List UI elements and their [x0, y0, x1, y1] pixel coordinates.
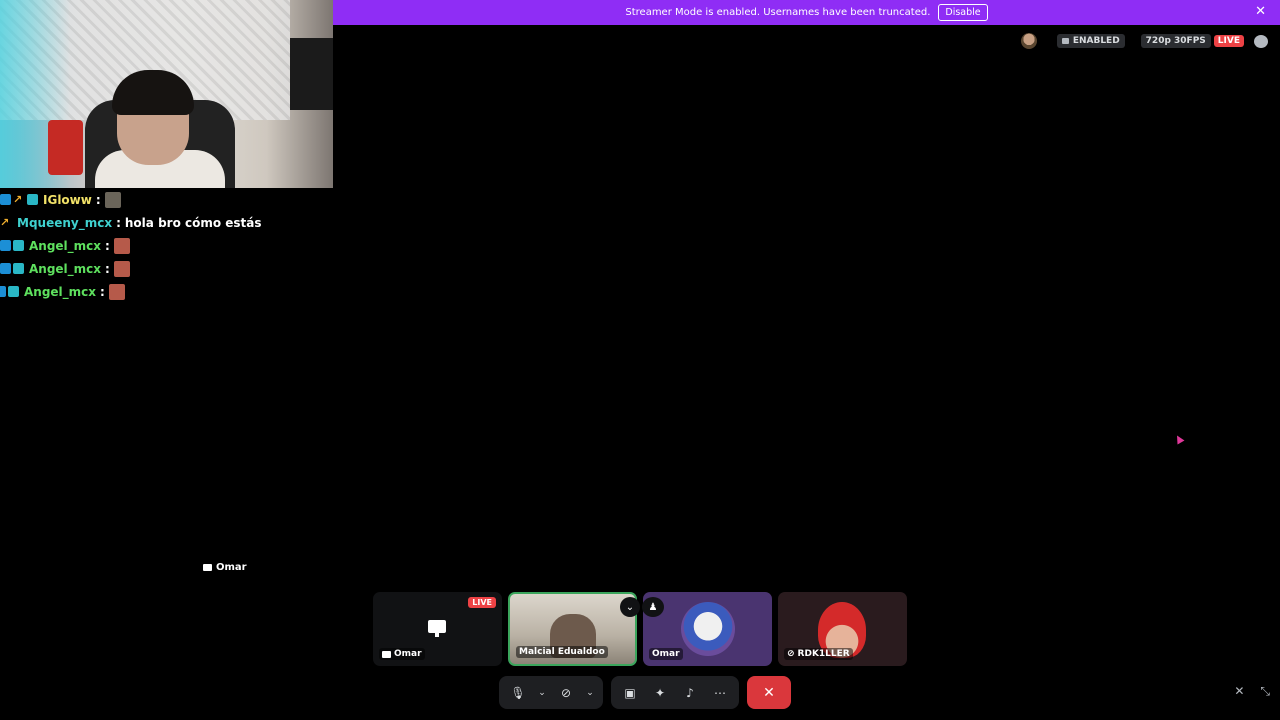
subscriber-badge-icon: [13, 263, 24, 274]
call-control-bar: 🎙︎ ⌄ ⊘ ⌄ ▣ ✦ ♪ ⋯ ✕: [499, 676, 791, 709]
chevron-down-icon[interactable]: ⌄: [535, 680, 549, 706]
screen-share-icon: [428, 620, 446, 637]
share-screen-icon[interactable]: ▣: [617, 680, 643, 706]
tile-name: Omar: [652, 649, 680, 659]
prime-badge-icon: [0, 286, 6, 297]
chat-message: Angel_mcx :: [0, 257, 333, 280]
chat-username: Angel_mcx: [24, 284, 97, 299]
screen-share-icon: [203, 564, 212, 571]
more-icon[interactable]: ⋯: [707, 680, 733, 706]
tile-name: Malcial Edualdoo: [519, 647, 605, 657]
streamer-webcam: [0, 0, 333, 188]
chat-colon: :: [95, 192, 101, 207]
streamer-mode-banner: Streamer Mode is enabled. Usernames have…: [333, 0, 1280, 25]
tile-controls: ⌄ ♟: [620, 597, 664, 617]
subscriber-badge-icon: [13, 240, 24, 251]
participant-avatar: [681, 602, 735, 656]
stream-status-bar: ENABLED 720p 30FPS LIVE: [1020, 32, 1280, 50]
webcam-can: [48, 120, 83, 175]
disconnect-icon[interactable]: ✕: [747, 676, 791, 709]
chat-text: hola bro cómo estás: [124, 215, 262, 230]
screen-share-icon: [382, 650, 391, 658]
tile-label: Malcial Edualdoo: [516, 646, 608, 658]
prime-badge-icon: [0, 194, 11, 205]
volume-mute-icon[interactable]: ✕: [1234, 684, 1244, 699]
webcam-tv: [290, 38, 333, 110]
prime-badge-icon: [0, 240, 11, 251]
audio-video-controls: 🎙︎ ⌄ ⊘ ⌄: [499, 676, 603, 709]
prime-badge-icon: [0, 263, 11, 274]
stream-quality-status: 720p 30FPS: [1140, 34, 1211, 48]
participant-tile-video[interactable]: Malcial Edualdoo: [508, 592, 637, 666]
emote-icon: [104, 191, 121, 208]
disable-streamer-mode-button[interactable]: Disable: [938, 4, 988, 21]
live-badge: LIVE: [1213, 35, 1244, 47]
tile-name: RDK1LLER: [797, 649, 850, 659]
exit-fullscreen-icon[interactable]: ⤡: [1260, 684, 1270, 699]
chat-username: Angel_mcx: [29, 238, 102, 253]
subscriber-badge-icon: [27, 194, 38, 205]
mic-icon[interactable]: 🎙︎: [505, 680, 531, 706]
chat-username: Angel_mcx: [29, 261, 102, 276]
tile-name: Omar: [394, 649, 422, 659]
chat-colon: :: [105, 238, 110, 253]
gift-arrow-icon: ↗: [13, 193, 23, 206]
lock-icon: [1061, 38, 1069, 44]
chat-message: Angel_mcx :: [0, 234, 333, 257]
chat-message: ↗ Mqueeny_mcx : hola bro cómo estás: [0, 211, 333, 234]
chat-colon: :: [100, 284, 105, 299]
stream-chat: ↗ IGloww : ↗ Mqueeny_mcx : hola bro cómo…: [0, 188, 333, 303]
tile-live-badge: LIVE: [468, 597, 496, 608]
add-friend-icon[interactable]: ♟: [642, 597, 664, 617]
emote-icon: [113, 260, 130, 277]
screen-share-name-label: Omar: [203, 562, 247, 573]
gift-arrow-icon: ↗: [0, 216, 10, 229]
camera-off-icon[interactable]: ⊘: [553, 680, 579, 706]
activities-icon[interactable]: ✦: [647, 680, 673, 706]
participant-tile-stream[interactable]: LIVE Omar: [373, 592, 502, 666]
cursor-icon: [1173, 433, 1185, 445]
participant-tile-avatar[interactable]: ⊘ RDK1LLER: [778, 592, 907, 666]
banner-message: Streamer Mode is enabled. Usernames have…: [625, 7, 931, 18]
subscriber-badge-icon: [8, 286, 19, 297]
tile-label: ⊘ RDK1LLER: [784, 648, 853, 660]
streamer-mode-status: ENABLED: [1056, 34, 1125, 48]
close-icon[interactable]: ✕: [1255, 5, 1266, 19]
app-root: Streamer Mode is enabled. Usernames have…: [0, 0, 1280, 720]
chat-colon: :: [105, 261, 110, 276]
chat-colon: :: [116, 215, 121, 230]
soundboard-icon[interactable]: ♪: [677, 680, 703, 706]
avatar[interactable]: [1020, 33, 1037, 49]
emote-icon: [108, 283, 125, 300]
quality-label: 720p 30FPS: [1145, 36, 1206, 46]
bottom-right-controls: ✕ ⤡: [1234, 684, 1270, 699]
chat-username: IGloww: [43, 192, 92, 207]
activity-controls: ▣ ✦ ♪ ⋯: [611, 676, 739, 709]
chevron-down-icon[interactable]: ⌄: [620, 597, 640, 617]
tile-label: Omar: [649, 648, 683, 660]
muted-icon: ⊘: [787, 649, 795, 659]
tile-label: Omar: [379, 648, 425, 660]
chat-bubble-icon[interactable]: [1254, 34, 1268, 48]
enabled-label: ENABLED: [1072, 36, 1120, 46]
emote-icon: [113, 237, 130, 254]
chat-message: Angel_mcx :: [0, 280, 333, 303]
chevron-down-icon[interactable]: ⌄: [583, 680, 597, 706]
screen-share-name: Omar: [216, 562, 247, 573]
chat-username: Mqueeny_mcx: [17, 215, 113, 230]
chat-message: ↗ IGloww :: [0, 188, 333, 211]
